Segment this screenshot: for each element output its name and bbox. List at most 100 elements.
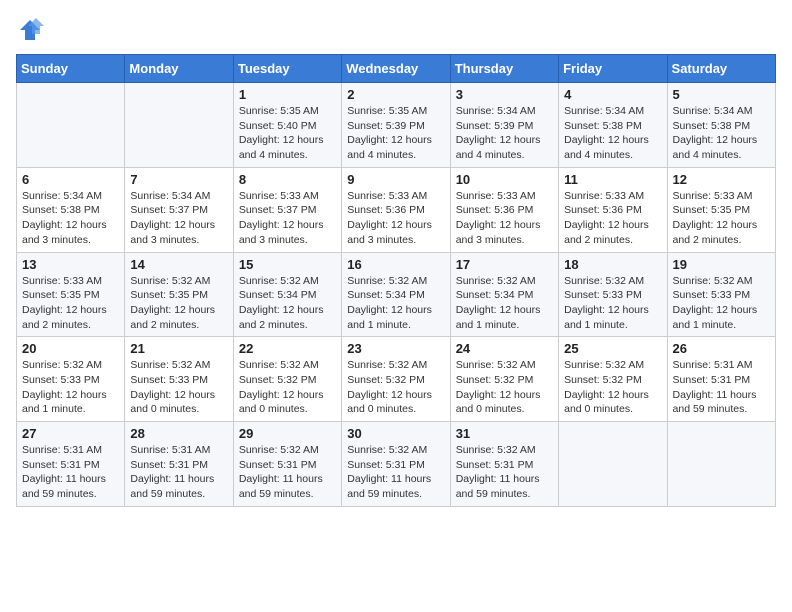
calendar-cell: 28 Sunrise: 5:31 AM Sunset: 5:31 PM Dayli… [125,422,233,507]
calendar-cell: 5 Sunrise: 5:34 AM Sunset: 5:38 PM Daylig… [667,83,775,168]
day-number: 3 [456,87,553,102]
day-info: Sunrise: 5:31 AM Sunset: 5:31 PM Dayligh… [130,443,227,502]
day-number: 4 [564,87,661,102]
day-number: 14 [130,257,227,272]
day-info: Sunrise: 5:32 AM Sunset: 5:31 PM Dayligh… [239,443,336,502]
day-info: Sunrise: 5:32 AM Sunset: 5:34 PM Dayligh… [347,274,444,333]
calendar-cell: 11 Sunrise: 5:33 AM Sunset: 5:36 PM Dayli… [559,167,667,252]
day-info: Sunrise: 5:32 AM Sunset: 5:34 PM Dayligh… [239,274,336,333]
calendar-week-row: 1 Sunrise: 5:35 AM Sunset: 5:40 PM Daylig… [17,83,776,168]
calendar-cell: 1 Sunrise: 5:35 AM Sunset: 5:40 PM Daylig… [233,83,341,168]
calendar-cell: 20Sunrise: 5:32 AM Sunset: 5:33 PM Dayli… [17,337,125,422]
day-info: Sunrise: 5:33 AM Sunset: 5:36 PM Dayligh… [564,189,661,248]
calendar-cell [559,422,667,507]
day-number: 1 [239,87,336,102]
weekday-header: Wednesday [342,55,450,83]
logo-icon [16,16,44,44]
day-number: 18 [564,257,661,272]
day-number: 27 [22,426,119,441]
calendar-cell: 2 Sunrise: 5:35 AM Sunset: 5:39 PM Daylig… [342,83,450,168]
day-number: 22 [239,341,336,356]
calendar-cell: 15 Sunrise: 5:32 AM Sunset: 5:34 PM Dayli… [233,252,341,337]
day-info: Sunrise: 5:32 AM Sunset: 5:32 PM Dayligh… [239,358,336,417]
day-info: Sunrise: 5:32 AM Sunset: 5:32 PM Dayligh… [564,358,661,417]
weekday-header: Friday [559,55,667,83]
calendar-cell: 3 Sunrise: 5:34 AM Sunset: 5:39 PM Daylig… [450,83,558,168]
day-number: 31 [456,426,553,441]
day-info: Sunrise: 5:32 AM Sunset: 5:31 PM Dayligh… [456,443,553,502]
weekday-header: Tuesday [233,55,341,83]
day-info: Sunrise: 5:33 AM Sunset: 5:37 PM Dayligh… [239,189,336,248]
weekday-header: Thursday [450,55,558,83]
day-info: Sunrise: 5:34 AM Sunset: 5:39 PM Dayligh… [456,104,553,163]
day-info: Sunrise: 5:32 AM Sunset: 5:33 PM Dayligh… [130,358,227,417]
day-number: 21 [130,341,227,356]
calendar-cell: 22 Sunrise: 5:32 AM Sunset: 5:32 PM Dayli… [233,337,341,422]
day-number: 11 [564,172,661,187]
day-number: 20 [22,341,119,356]
calendar-cell: 29 Sunrise: 5:32 AM Sunset: 5:31 PM Dayli… [233,422,341,507]
day-info: Sunrise: 5:34 AM Sunset: 5:37 PM Dayligh… [130,189,227,248]
day-number: 7 [130,172,227,187]
day-number: 19 [673,257,770,272]
day-info: Sunrise: 5:31 AM Sunset: 5:31 PM Dayligh… [673,358,770,417]
calendar-cell [125,83,233,168]
calendar-table: SundayMondayTuesdayWednesdayThursdayFrid… [16,54,776,507]
day-info: Sunrise: 5:35 AM Sunset: 5:40 PM Dayligh… [239,104,336,163]
day-number: 5 [673,87,770,102]
day-number: 2 [347,87,444,102]
calendar-cell: 31 Sunrise: 5:32 AM Sunset: 5:31 PM Dayli… [450,422,558,507]
calendar-week-row: 6 Sunrise: 5:34 AM Sunset: 5:38 PM Daylig… [17,167,776,252]
calendar-cell: 4 Sunrise: 5:34 AM Sunset: 5:38 PM Daylig… [559,83,667,168]
calendar-cell: 6 Sunrise: 5:34 AM Sunset: 5:38 PM Daylig… [17,167,125,252]
day-number: 29 [239,426,336,441]
day-info: Sunrise: 5:33 AM Sunset: 5:36 PM Dayligh… [347,189,444,248]
calendar-week-row: 27 Sunrise: 5:31 AM Sunset: 5:31 PM Dayli… [17,422,776,507]
day-number: 17 [456,257,553,272]
day-number: 10 [456,172,553,187]
weekday-header: Saturday [667,55,775,83]
calendar-cell: 17Sunrise: 5:32 AM Sunset: 5:34 PM Dayli… [450,252,558,337]
day-info: Sunrise: 5:33 AM Sunset: 5:36 PM Dayligh… [456,189,553,248]
day-number: 16 [347,257,444,272]
calendar-cell: 14 Sunrise: 5:32 AM Sunset: 5:35 PM Dayli… [125,252,233,337]
day-number: 30 [347,426,444,441]
calendar-cell: 8 Sunrise: 5:33 AM Sunset: 5:37 PM Daylig… [233,167,341,252]
day-info: Sunrise: 5:33 AM Sunset: 5:35 PM Dayligh… [673,189,770,248]
calendar-cell [17,83,125,168]
page-header [16,16,776,44]
day-number: 28 [130,426,227,441]
calendar-cell [667,422,775,507]
day-info: Sunrise: 5:33 AM Sunset: 5:35 PM Dayligh… [22,274,119,333]
calendar-cell: 21 Sunrise: 5:32 AM Sunset: 5:33 PM Dayli… [125,337,233,422]
day-info: Sunrise: 5:34 AM Sunset: 5:38 PM Dayligh… [564,104,661,163]
calendar-cell: 7 Sunrise: 5:34 AM Sunset: 5:37 PM Daylig… [125,167,233,252]
day-info: Sunrise: 5:32 AM Sunset: 5:33 PM Dayligh… [673,274,770,333]
day-number: 13 [22,257,119,272]
day-number: 8 [239,172,336,187]
calendar-cell: 26 Sunrise: 5:31 AM Sunset: 5:31 PM Dayli… [667,337,775,422]
calendar-cell: 25 Sunrise: 5:32 AM Sunset: 5:32 PM Dayli… [559,337,667,422]
day-info: Sunrise: 5:32 AM Sunset: 5:33 PM Dayligh… [564,274,661,333]
calendar-cell: 13 Sunrise: 5:33 AM Sunset: 5:35 PM Dayli… [17,252,125,337]
day-info: Sunrise: 5:32 AM Sunset: 5:32 PM Dayligh… [456,358,553,417]
day-info: Sunrise: 5:34 AM Sunset: 5:38 PM Dayligh… [673,104,770,163]
day-number: 6 [22,172,119,187]
weekday-header: Monday [125,55,233,83]
day-number: 15 [239,257,336,272]
calendar-cell: 12Sunrise: 5:33 AM Sunset: 5:35 PM Dayli… [667,167,775,252]
day-number: 25 [564,341,661,356]
logo [16,16,48,44]
calendar-cell: 27 Sunrise: 5:31 AM Sunset: 5:31 PM Dayli… [17,422,125,507]
day-number: 26 [673,341,770,356]
day-number: 23 [347,341,444,356]
calendar-cell: 30Sunrise: 5:32 AM Sunset: 5:31 PM Dayli… [342,422,450,507]
day-info: Sunrise: 5:32 AM Sunset: 5:35 PM Dayligh… [130,274,227,333]
calendar-week-row: 20 Sunrise: 5:32 AM Sunset: 5:33 PM Dayli… [17,337,776,422]
day-info: Sunrise: 5:31 AM Sunset: 5:31 PM Dayligh… [22,443,119,502]
calendar-cell: 19 Sunrise: 5:32 AM Sunset: 5:33 PM Dayli… [667,252,775,337]
weekday-header: Sunday [17,55,125,83]
day-info: Sunrise: 5:35 AM Sunset: 5:39 PM Dayligh… [347,104,444,163]
calendar-cell: 24Sunrise: 5:32 AM Sunset: 5:32 PM Dayli… [450,337,558,422]
day-info: Sunrise: 5:34 AM Sunset: 5:38 PM Dayligh… [22,189,119,248]
